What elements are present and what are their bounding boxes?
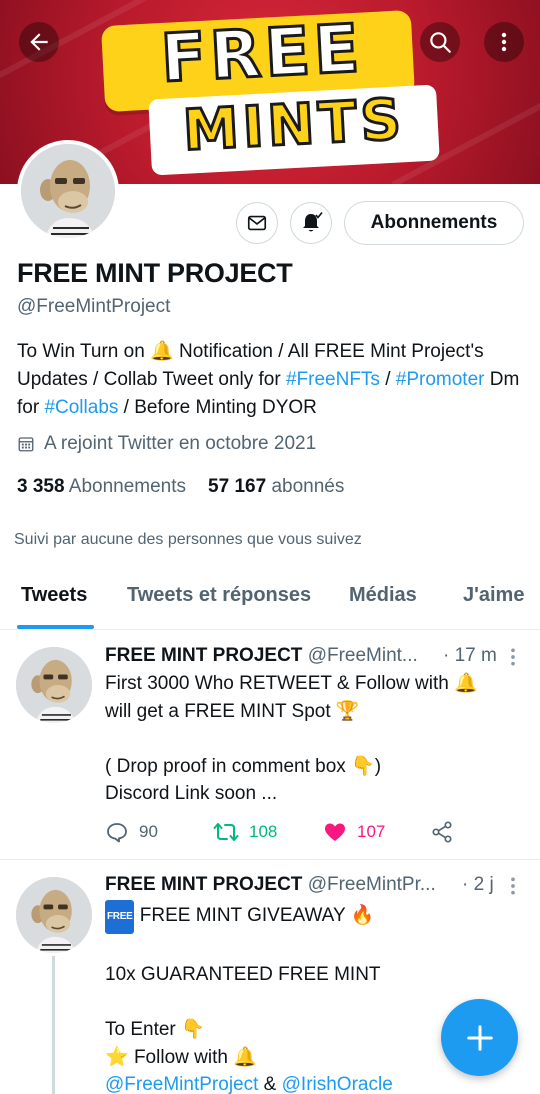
bio-text: / bbox=[379, 369, 396, 390]
retweet-count: 108 bbox=[249, 822, 278, 841]
tweet-time: · 17 m bbox=[443, 645, 497, 666]
retweet-button[interactable]: 108 bbox=[213, 820, 277, 844]
tweet-author-handle[interactable]: @FreeMint... bbox=[308, 645, 418, 666]
reply-count: 90 bbox=[139, 822, 158, 841]
more-vertical-icon bbox=[501, 32, 507, 52]
profile-tabs: Tweets Tweets et réponses Médias J'aime bbox=[0, 572, 540, 630]
tweet-author-name[interactable]: FREE MINT PROJECT bbox=[105, 874, 302, 895]
follow-counts: 3 358 Abonnements 57 167 abonnés bbox=[17, 476, 344, 498]
bio-text: / Before Minting DYOR bbox=[118, 397, 317, 418]
ape-avatar-icon bbox=[16, 647, 92, 723]
tab-tweets[interactable]: Tweets bbox=[21, 584, 87, 607]
share-icon bbox=[432, 821, 452, 843]
like-button[interactable]: 107 bbox=[323, 820, 385, 844]
tweet-author-handle[interactable]: @FreeMintPr... bbox=[308, 874, 436, 895]
notifications-button[interactable] bbox=[290, 202, 332, 244]
hashtag-link[interactable]: #Promoter bbox=[396, 369, 485, 390]
bio-text: To Win Turn on bbox=[17, 341, 151, 362]
share-button[interactable] bbox=[430, 820, 454, 844]
free-button-emoji-icon: FREE bbox=[105, 900, 135, 934]
compose-tweet-button[interactable] bbox=[441, 999, 518, 1076]
profile-avatar[interactable] bbox=[17, 140, 119, 242]
bell-active-icon bbox=[303, 212, 323, 232]
tweet-line: 10x GUARANTEED FREE MINT bbox=[105, 964, 381, 985]
tweet-line: Follow with bbox=[128, 1046, 234, 1068]
tweet-line: & bbox=[258, 1074, 282, 1094]
bell-emoji-icon: 🔔 bbox=[150, 340, 174, 362]
tweet-header: FREE MINT PROJECT @FreeMint... bbox=[105, 645, 418, 667]
envelope-icon bbox=[247, 215, 267, 231]
followers-count: 57 167 bbox=[208, 476, 267, 497]
search-icon bbox=[430, 32, 451, 53]
followers-count-link[interactable]: 57 167 abonnés bbox=[208, 476, 344, 498]
arrow-left-icon bbox=[30, 33, 48, 51]
reply-icon bbox=[107, 823, 127, 843]
profile-bio: To Win Turn on 🔔 Notification / All FREE… bbox=[17, 337, 527, 422]
search-button[interactable] bbox=[420, 22, 460, 62]
point-down-emoji-icon: 👇 bbox=[351, 754, 375, 777]
tweet-line: FREE MINT GIVEAWAY bbox=[134, 905, 351, 926]
plus-icon bbox=[466, 1024, 493, 1051]
tab-media[interactable]: Médias bbox=[349, 584, 417, 607]
more-options-button[interactable] bbox=[484, 22, 524, 62]
thread-connector bbox=[52, 956, 55, 1094]
followers-label: abonnés bbox=[271, 476, 345, 497]
active-tab-indicator bbox=[17, 625, 94, 629]
tab-likes[interactable]: J'aime bbox=[463, 584, 524, 607]
tweet-line: ( Drop proof in comment box bbox=[105, 755, 352, 777]
hashtag-link[interactable]: #Collabs bbox=[44, 397, 118, 418]
following-button[interactable]: Abonnements bbox=[344, 201, 524, 245]
tweet-line: will get a FREE MINT Spot bbox=[105, 700, 336, 722]
calendar-icon bbox=[18, 437, 34, 452]
followed-by-text: Suivi par aucune des personnes que vous … bbox=[14, 531, 362, 548]
reply-button[interactable]: 90 bbox=[105, 820, 158, 844]
bell-emoji-icon: 🔔 bbox=[454, 672, 478, 694]
tweet-item[interactable]: FREE MINT PROJECT @FreeMint... · 17 m Fi… bbox=[0, 631, 540, 860]
ape-avatar-icon bbox=[16, 877, 92, 953]
hashtag-link[interactable]: #FreeNFTs bbox=[286, 369, 380, 390]
fire-emoji-icon: 🔥 bbox=[350, 904, 375, 926]
tweet-avatar[interactable] bbox=[16, 647, 92, 723]
tweet-time: · 2 j bbox=[462, 874, 494, 895]
tweet-more-icon[interactable] bbox=[503, 876, 523, 896]
back-button[interactable] bbox=[19, 22, 59, 62]
like-count: 107 bbox=[357, 822, 386, 841]
tweet-text: First 3000 Who RETWEET & Follow with 🔔 w… bbox=[105, 670, 525, 808]
tweet-more-icon[interactable] bbox=[503, 647, 523, 667]
trophy-emoji-icon: 🏆 bbox=[335, 699, 360, 722]
banner-title-mints: MINTS bbox=[180, 86, 408, 166]
retweet-icon bbox=[213, 823, 239, 841]
star-emoji-icon: ⭐ bbox=[105, 1045, 129, 1068]
tweet-header: FREE MINT PROJECT @FreeMintPr... bbox=[105, 874, 436, 896]
tweet-line: First 3000 Who RETWEET & Follow with bbox=[105, 673, 455, 694]
point-down-emoji-icon: 👇 bbox=[181, 1018, 205, 1040]
tweet-line: ) bbox=[374, 755, 382, 777]
message-button[interactable] bbox=[236, 202, 278, 244]
bell-emoji-icon: 🔔 bbox=[233, 1045, 257, 1068]
mention-link[interactable]: @FreeMintProject bbox=[105, 1074, 258, 1094]
join-date-text: A rejoint Twitter en octobre 2021 bbox=[44, 433, 317, 454]
following-label: Abonnements bbox=[68, 476, 187, 497]
profile-handle: @FreeMintProject bbox=[17, 296, 171, 317]
ape-avatar-icon bbox=[21, 144, 115, 238]
mention-link[interactable]: @IrishOracle bbox=[282, 1074, 393, 1094]
heart-filled-icon bbox=[325, 823, 345, 841]
following-count-link[interactable]: 3 358 Abonnements bbox=[17, 476, 186, 498]
tweet-line: Discord Link soon ... bbox=[105, 783, 278, 804]
following-count: 3 358 bbox=[17, 476, 65, 497]
join-date: A rejoint Twitter en octobre 2021 bbox=[17, 433, 316, 455]
tweet-avatar[interactable] bbox=[16, 877, 92, 953]
tab-tweets-replies[interactable]: Tweets et réponses bbox=[127, 584, 311, 607]
profile-name: FREE MINT PROJECT bbox=[17, 258, 293, 288]
tweet-line: To Enter bbox=[105, 1019, 182, 1040]
tweet-author-name[interactable]: FREE MINT PROJECT bbox=[105, 645, 302, 666]
